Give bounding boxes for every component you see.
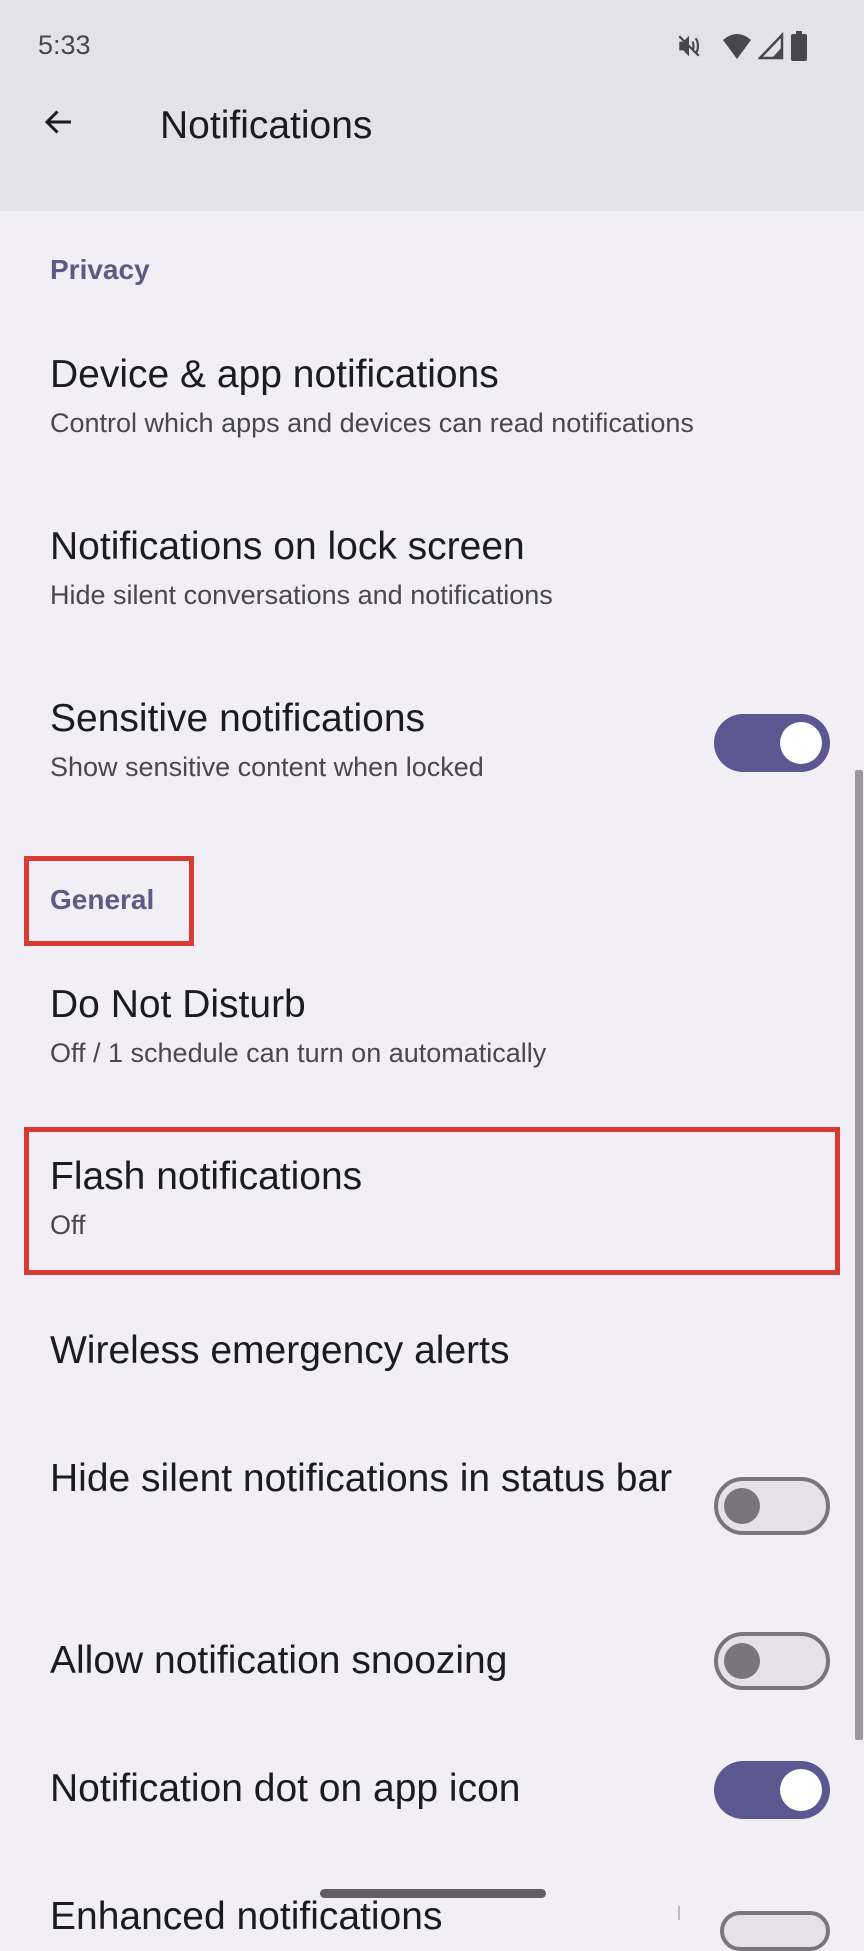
annotation-highlight-flash-notifications	[24, 1127, 840, 1275]
cell-signal-icon	[758, 32, 784, 60]
pref-enhanced-notifications[interactable]: Enhanced notifications	[50, 1892, 714, 1942]
notification-dot-toggle[interactable]	[714, 1761, 830, 1819]
pref-summary: Off / 1 schedule can turn on automatical…	[50, 1038, 547, 1068]
pref-summary: Control which apps and devices can read …	[50, 408, 694, 438]
enhanced-notifications-toggle[interactable]	[720, 1911, 830, 1951]
pref-summary: Hide silent conversations and notificati…	[50, 580, 553, 610]
pref-summary: Show sensitive content when locked	[50, 752, 484, 782]
toggle-knob	[780, 1769, 822, 1811]
notification-snoozing-toggle[interactable]	[714, 1632, 830, 1690]
back-button[interactable]	[30, 95, 88, 153]
annotation-highlight-general	[24, 856, 194, 946]
status-time: 5:33	[38, 30, 91, 60]
pref-allow-notification-snoozing[interactable]: Allow notification snoozing	[50, 1636, 714, 1686]
toggle-knob	[780, 722, 822, 764]
pref-wireless-emergency-alerts[interactable]: Wireless emergency alerts	[50, 1326, 714, 1376]
pref-title: Do Not Disturb	[50, 983, 306, 1026]
pref-title: Device & app notifications	[50, 353, 499, 396]
pref-title: Notifications on lock screen	[50, 525, 525, 568]
app-bar: 5:33 Notifications	[0, 0, 864, 211]
pref-device-app-notifications[interactable]: Device & app notifications Control which…	[50, 350, 714, 440]
pref-do-not-disturb[interactable]: Do Not Disturb Off / 1 schedule can turn…	[50, 980, 714, 1070]
status-icons	[676, 30, 808, 62]
toggle-divider	[678, 1906, 680, 1920]
wifi-icon	[722, 32, 752, 60]
scrollbar[interactable]	[855, 770, 863, 1740]
pref-title: Sensitive notifications	[50, 697, 426, 740]
pref-notification-dot[interactable]: Notification dot on app icon	[50, 1764, 714, 1814]
page-title: Notifications	[160, 104, 373, 147]
sensitive-notifications-toggle[interactable]	[714, 714, 830, 772]
battery-icon	[790, 31, 808, 61]
pref-title: Enhanced notifications	[50, 1895, 443, 1938]
toggle-knob	[724, 1488, 760, 1524]
pref-hide-silent-notifications[interactable]: Hide silent notifications in status bar	[50, 1454, 714, 1504]
section-header-privacy: Privacy	[50, 254, 150, 285]
arrow-back-icon	[41, 104, 77, 145]
vibrate-off-icon	[676, 33, 702, 59]
pref-title: Notification dot on app icon	[50, 1767, 521, 1810]
pref-lock-screen-notifications[interactable]: Notifications on lock screen Hide silent…	[50, 522, 714, 612]
pref-title: Hide silent notifications in status bar	[50, 1457, 673, 1500]
hide-silent-notifications-toggle[interactable]	[714, 1477, 830, 1535]
pref-title: Wireless emergency alerts	[50, 1329, 510, 1372]
toggle-knob	[724, 1643, 760, 1679]
pref-sensitive-notifications[interactable]: Sensitive notifications Show sensitive c…	[50, 694, 714, 784]
home-indicator[interactable]	[320, 1889, 546, 1898]
pref-title: Allow notification snoozing	[50, 1639, 508, 1682]
